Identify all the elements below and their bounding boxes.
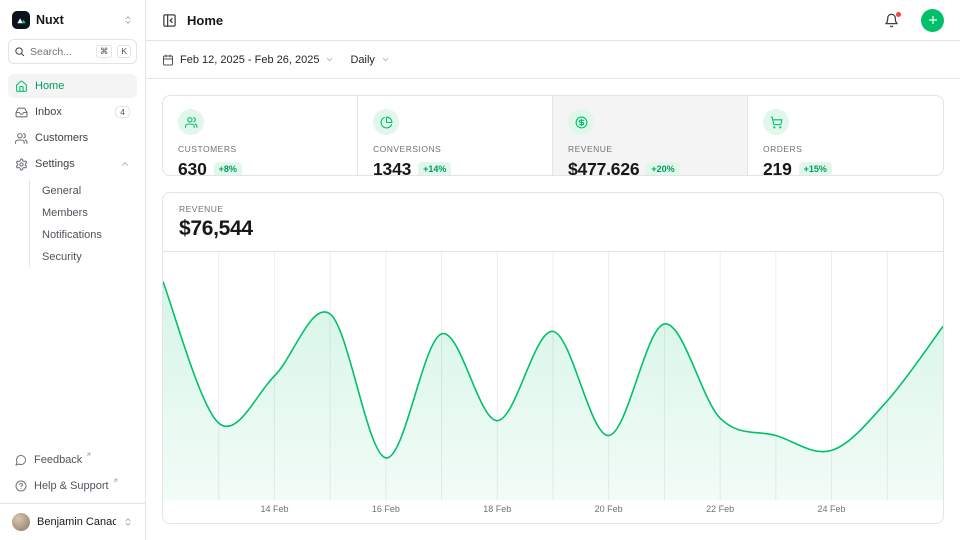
sidebar-item-label: Settings: [35, 158, 113, 170]
granularity-label: Daily: [350, 54, 374, 66]
stat-card-customers[interactable]: CUSTOMERS 630 +8%: [163, 96, 358, 176]
nuxt-logo-icon: [12, 11, 30, 29]
revenue-chart-svg[interactable]: [163, 252, 943, 500]
sidebar: Nuxt Search... ⌘ K Home Inbox 4: [0, 0, 146, 540]
page-header: Home: [146, 0, 960, 41]
brand-name: Nuxt: [36, 13, 117, 27]
stat-value: 1343: [373, 159, 411, 176]
stat-delta-badge: +14%: [418, 162, 451, 176]
sidebar-item-label: Customers: [35, 132, 130, 144]
sidebar-item-general[interactable]: General: [30, 180, 137, 201]
help-circle-icon: [15, 480, 27, 492]
user-name: Benjamin Canac: [37, 516, 116, 528]
sidebar-item-settings[interactable]: Settings: [8, 152, 137, 176]
external-link-icon: [85, 451, 92, 458]
chart-x-ticks: 14 Feb 16 Feb 18 Feb 20 Feb 22 Feb 24 Feb: [163, 500, 943, 522]
help-support-link[interactable]: Help & Support: [8, 474, 137, 498]
sidebar-item-home[interactable]: Home: [8, 74, 137, 98]
sidebar-item-members[interactable]: Members: [30, 202, 137, 223]
avatar: [12, 513, 30, 531]
stat-delta-badge: +15%: [799, 162, 832, 176]
x-tick-label: 20 Feb: [595, 504, 623, 514]
date-range-picker[interactable]: Feb 12, 2025 - Feb 26, 2025: [162, 54, 334, 66]
sidebar-item-inbox[interactable]: Inbox 4: [8, 100, 137, 124]
x-tick-label: 24 Feb: [818, 504, 846, 514]
help-support-label: Help & Support: [34, 480, 109, 492]
stat-delta-badge: +8%: [214, 162, 242, 176]
sidebar-collapse-icon[interactable]: [162, 13, 177, 28]
chevrons-up-down-icon: [123, 15, 133, 25]
calendar-icon: [162, 54, 174, 66]
sidebar-item-label: Home: [35, 80, 130, 92]
stat-card-conversions[interactable]: CONVERSIONS 1343 +14%: [358, 96, 553, 176]
revenue-chart-card: REVENUE $76,544 14 Feb16 Feb18 Feb20: [162, 192, 944, 524]
chevrons-up-down-icon: [123, 517, 133, 527]
chevron-down-icon: [381, 55, 390, 64]
main-panel: Home Feb 12, 2025 - Feb 26, 2025 Daily: [146, 0, 960, 540]
sidebar-item-customers[interactable]: Customers: [8, 126, 137, 150]
shopping-cart-icon: [763, 109, 789, 135]
stat-delta-badge: +20%: [646, 162, 679, 176]
sidebar-item-notifications[interactable]: Notifications: [30, 224, 137, 245]
search-input[interactable]: Search... ⌘ K: [8, 39, 137, 64]
chart-headline-value: $76,544: [179, 217, 927, 241]
stat-value: 630: [178, 159, 207, 176]
stats-row: CUSTOMERS 630 +8% CONVERSIONS 1343 +14%: [162, 95, 944, 176]
notification-dot: [896, 12, 901, 17]
filters-toolbar: Feb 12, 2025 - Feb 26, 2025 Daily: [146, 41, 960, 79]
users-icon: [15, 132, 28, 145]
chevron-up-icon: [120, 159, 130, 169]
x-tick-label: 14 Feb: [260, 504, 288, 514]
stat-card-orders[interactable]: ORDERS 219 +15%: [748, 96, 943, 176]
search-placeholder: Search...: [30, 46, 91, 58]
feedback-link[interactable]: Feedback: [8, 448, 137, 472]
chart-pie-icon: [373, 109, 399, 135]
chart-plot-area: [163, 252, 943, 500]
sidebar-spacer: [0, 269, 145, 448]
chart-header: REVENUE $76,544: [163, 193, 943, 252]
external-link-icon: [112, 477, 119, 484]
granularity-select[interactable]: Daily: [350, 54, 389, 66]
sidebar-item-security[interactable]: Security: [30, 246, 137, 267]
sidebar-nav: Home Inbox 4 Customers Settings Genera: [0, 74, 145, 269]
page-title: Home: [187, 13, 874, 28]
chart-title: REVENUE: [179, 204, 927, 214]
feedback-label: Feedback: [34, 454, 82, 466]
home-icon: [15, 80, 28, 93]
sidebar-footer-links: Feedback Help & Support: [0, 448, 145, 503]
kbd-k: K: [117, 45, 131, 58]
add-button[interactable]: [921, 9, 944, 32]
notifications-button[interactable]: [884, 13, 899, 28]
stat-card-revenue[interactable]: REVENUE $477,626 +20%: [553, 96, 748, 176]
dollar-circle-icon: [568, 109, 594, 135]
stat-label: CONVERSIONS: [373, 144, 441, 154]
date-range-label: Feb 12, 2025 - Feb 26, 2025: [180, 54, 319, 66]
kbd-meta: ⌘: [96, 45, 113, 58]
x-tick-label: 16 Feb: [372, 504, 400, 514]
team-switcher[interactable]: Nuxt: [0, 0, 145, 38]
inbox-count-badge: 4: [115, 106, 130, 119]
sidebar-item-label: Inbox: [35, 106, 108, 118]
stat-label: CUSTOMERS: [178, 144, 237, 154]
users-icon: [178, 109, 204, 135]
message-bubble-icon: [15, 454, 27, 466]
stat-label: REVENUE: [568, 144, 613, 154]
user-menu[interactable]: Benjamin Canac: [0, 503, 145, 540]
inbox-icon: [15, 106, 28, 119]
stat-value: 219: [763, 159, 792, 176]
x-tick-label: 18 Feb: [483, 504, 511, 514]
search-icon: [14, 46, 25, 57]
plus-icon: [927, 14, 939, 26]
page-content: CUSTOMERS 630 +8% CONVERSIONS 1343 +14%: [146, 79, 960, 540]
stat-value: $477,626: [568, 159, 639, 176]
x-tick-label: 22 Feb: [706, 504, 734, 514]
stat-label: ORDERS: [763, 144, 802, 154]
chevron-down-icon: [325, 55, 334, 64]
settings-sub-list: General Members Notifications Security: [29, 180, 137, 267]
gear-icon: [15, 158, 28, 171]
